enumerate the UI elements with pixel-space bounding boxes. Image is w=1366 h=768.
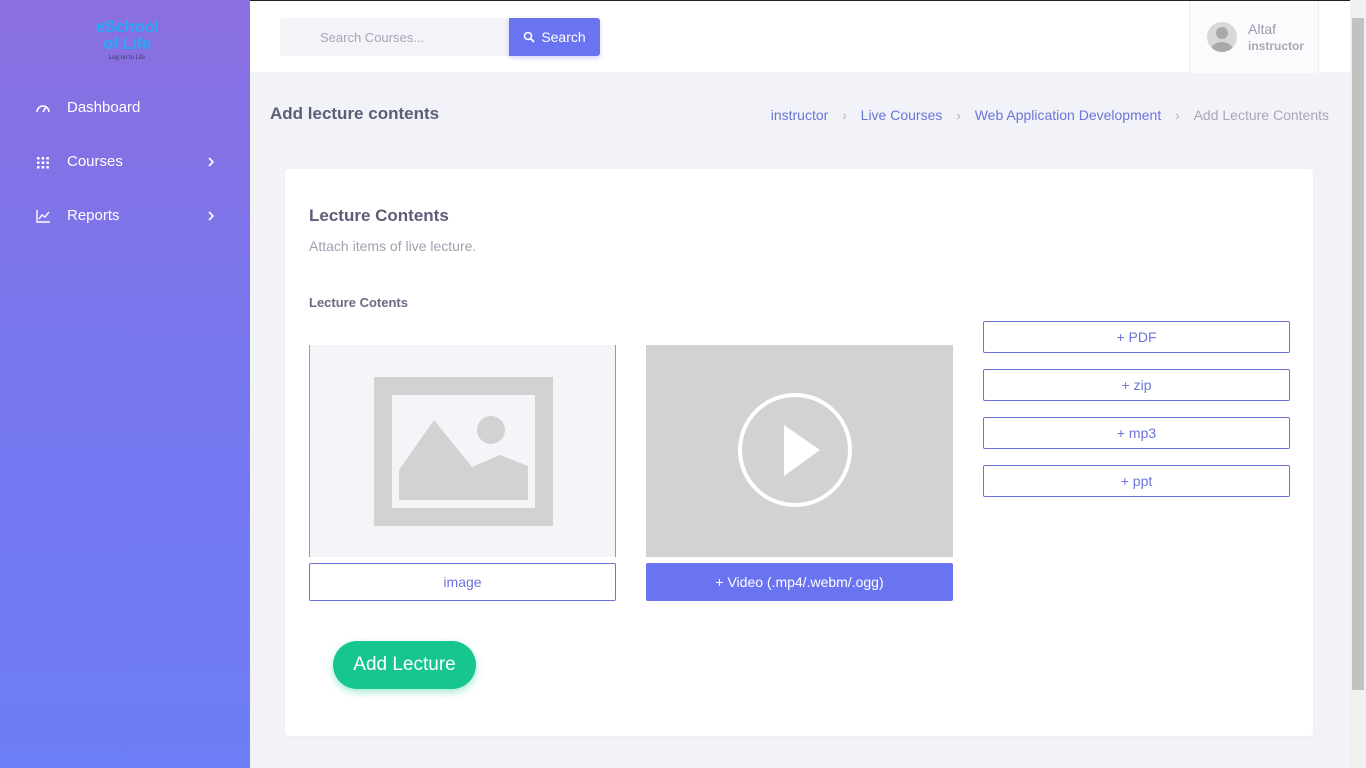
add-pdf-button[interactable]: + PDF: [983, 321, 1290, 353]
add-zip-button[interactable]: + zip: [983, 369, 1290, 401]
add-image-button[interactable]: image: [309, 563, 616, 601]
brand-line-2: of Life: [103, 34, 151, 53]
breadcrumb-link-course[interactable]: Web Application Development: [975, 107, 1162, 123]
page-title: Add lecture contents: [270, 104, 440, 123]
breadcrumb-separator-icon: ›: [956, 107, 961, 123]
grid-icon: [37, 157, 49, 169]
add-video-button[interactable]: + Video (.mp4/.webm/.ogg): [646, 563, 953, 601]
add-ppt-button[interactable]: + ppt: [983, 465, 1290, 497]
search-icon: [524, 31, 535, 43]
brand-logo[interactable]: eSchool of Life Log on to Life: [82, 18, 172, 72]
breadcrumb-link-live-courses[interactable]: Live Courses: [861, 107, 943, 123]
chevron-right-icon: [208, 211, 215, 221]
speedometer-icon: [36, 105, 50, 113]
image-preview: [309, 345, 616, 557]
lecture-contents-card: Lecture Contents Attach items of live le…: [285, 169, 1313, 736]
avatar: [1207, 22, 1237, 52]
video-preview: [646, 345, 953, 557]
breadcrumb: instructor › Live Courses › Web Applicat…: [771, 107, 1329, 123]
sidebar-item-courses[interactable]: Courses: [0, 142, 250, 182]
card-title: Lecture Contents: [309, 206, 449, 225]
breadcrumb-separator-icon: ›: [1175, 107, 1180, 123]
chevron-right-icon: [208, 157, 215, 167]
user-role: instructor: [1248, 39, 1305, 53]
add-lecture-button[interactable]: Add Lecture: [333, 641, 476, 689]
sidebar: eSchool of Life Log on to Life Dashboard…: [0, 0, 250, 768]
sidebar-item-label: Reports: [67, 207, 120, 224]
sidebar-item-dashboard[interactable]: Dashboard: [0, 88, 250, 128]
scrollbar[interactable]: [1350, 0, 1366, 768]
search-input[interactable]: [280, 18, 510, 56]
sidebar-item-label: Courses: [67, 153, 123, 170]
search-button-label: Search: [541, 29, 586, 45]
brand-tagline: Log on to Life: [108, 55, 146, 61]
sidebar-item-label: Dashboard: [67, 99, 141, 116]
search-button[interactable]: Search: [509, 18, 600, 56]
play-icon: [738, 393, 852, 507]
scrollbar-thumb[interactable]: [1352, 18, 1364, 690]
add-mp3-button[interactable]: + mp3: [983, 417, 1290, 449]
user-avatar-icon: [1211, 27, 1233, 52]
breadcrumb-current: Add Lecture Contents: [1193, 107, 1329, 123]
top-bar: Search Altaf instructor: [250, 0, 1350, 73]
section-label: Lecture Cotents: [309, 295, 408, 310]
user-name: Altaf: [1248, 21, 1277, 37]
line-chart-icon: [36, 210, 50, 223]
breadcrumb-separator-icon: ›: [842, 107, 847, 123]
brand-line-1: eSchool: [95, 17, 159, 36]
user-menu[interactable]: Altaf instructor: [1189, 1, 1319, 73]
card-subtitle: Attach items of live lecture.: [309, 238, 477, 254]
image-placeholder-icon: [374, 377, 553, 526]
sidebar-item-reports[interactable]: Reports: [0, 196, 250, 236]
breadcrumb-link-instructor[interactable]: instructor: [771, 107, 829, 123]
